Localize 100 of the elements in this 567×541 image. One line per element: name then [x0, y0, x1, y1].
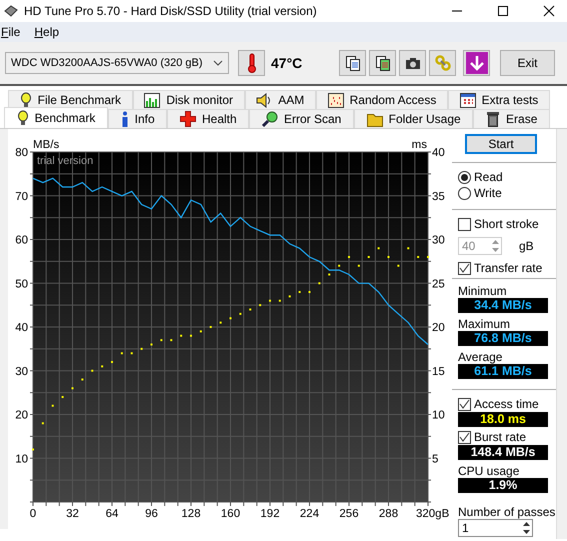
- axis-tick-label: 70: [15, 190, 28, 203]
- axis-tick-label: 35: [432, 190, 445, 203]
- stat-readout: 34.4 MB/s: [458, 298, 548, 313]
- window-title: HD Tune Pro 5.70 - Hard Disk/SSD Utility (trial version): [24, 4, 317, 18]
- access-time-point: [220, 322, 222, 324]
- radio-button[interactable]: [458, 170, 471, 184]
- tab[interactable]: Benchmark: [4, 107, 108, 128]
- tab[interactable]: AAM: [244, 90, 316, 109]
- axis-tick-label: 5: [432, 453, 438, 466]
- axis-tick-label: 192: [260, 508, 280, 520]
- access-time-point: [91, 370, 94, 372]
- axis-tick-label: 20: [432, 322, 445, 334]
- access-time-point: [170, 339, 172, 342]
- access-time-point: [358, 264, 360, 267]
- axis-tick-label: 160: [220, 508, 240, 520]
- tab[interactable]: File Benchmark: [8, 90, 133, 109]
- axis-tick-label: 96: [145, 508, 158, 520]
- stat-readout: 1.9%: [458, 478, 548, 493]
- speaker-icon: [256, 92, 272, 108]
- tab[interactable]: Random Access: [316, 90, 448, 109]
- tab[interactable]: Extra tests: [448, 90, 550, 109]
- access-time-point: [397, 264, 400, 267]
- copy-button[interactable]: [339, 50, 366, 76]
- axis-tick-label: 256: [339, 508, 359, 520]
- access-time-point: [42, 422, 44, 424]
- axis-tick-label: 20: [15, 410, 28, 422]
- checkbox[interactable]: [458, 398, 471, 410]
- copy-icon: [374, 55, 390, 71]
- stat-label: Minimum: [458, 284, 508, 298]
- temperature-reading: 47°C: [271, 55, 302, 71]
- tab[interactable]: Disk monitor: [132, 90, 245, 109]
- access-time-point: [180, 334, 182, 337]
- tab[interactable]: Erase: [473, 109, 550, 128]
- exit-button[interactable]: Exit: [500, 50, 555, 76]
- access-time-point: [101, 365, 104, 368]
- start-button[interactable]: Start: [465, 134, 537, 154]
- tab[interactable]: Folder Usage: [354, 109, 474, 128]
- caret-icon: [213, 60, 223, 66]
- stat-label: CPU usage: [458, 464, 520, 478]
- axis-title: MB/s: [33, 139, 60, 151]
- thermometer-button[interactable]: [238, 50, 265, 76]
- radio-button[interactable]: [458, 186, 471, 200]
- stat-readout: 18.0 ms: [458, 412, 548, 427]
- axis-tick-label: 80: [15, 147, 28, 159]
- maximize-icon[interactable]: [497, 5, 509, 17]
- axis-tick-label: 40: [432, 147, 445, 159]
- passes-spin-field[interactable]: 1: [458, 519, 533, 537]
- axis-tick-label: 25: [432, 278, 445, 290]
- access-time-point: [278, 300, 281, 302]
- menu-item[interactable]: Help: [34, 25, 60, 39]
- magnifier-icon: [262, 111, 278, 127]
- axis-tick-label: 320gB: [416, 508, 450, 520]
- access-time-point: [407, 247, 410, 250]
- axis-tick-label: 15: [432, 366, 445, 378]
- menu-item[interactable]: File: [1, 25, 20, 39]
- copy-button[interactable]: [369, 50, 396, 76]
- axis-tick-label: 64: [106, 508, 118, 520]
- access-time-point: [318, 282, 320, 284]
- axis-tick-label: 60: [15, 234, 28, 246]
- tab[interactable]: Info: [108, 109, 168, 128]
- info-icon: [120, 111, 129, 127]
- checkbox[interactable]: [458, 430, 471, 444]
- lightbulb-icon: [20, 92, 32, 108]
- cross-icon: [180, 111, 196, 127]
- chain-icon: [434, 55, 450, 71]
- axis-tick-label: 128: [181, 508, 201, 520]
- axis-title: ms: [412, 139, 427, 151]
- axis-tick-label: 32: [66, 508, 79, 520]
- tab[interactable]: Health: [167, 109, 250, 128]
- checkbox-label: Burst rate: [474, 430, 526, 444]
- bar-chart-icon: [144, 92, 160, 108]
- axis-tick-label: 40: [15, 322, 28, 334]
- access-time-point: [259, 304, 262, 306]
- close-icon[interactable]: [543, 5, 555, 17]
- stat-readout: 61.1 MB/s: [458, 364, 548, 379]
- access-time-point: [288, 295, 291, 298]
- radio-label: Read: [474, 170, 503, 184]
- download-button[interactable]: [463, 50, 490, 76]
- axis-tick-label: 30: [15, 366, 28, 378]
- stat-label: Maximum: [458, 317, 512, 331]
- drive-dropdown[interactable]: WDC WD3200AAJS-65VWA0 (320 gB): [5, 52, 229, 74]
- trial-version-label: trial version: [37, 155, 94, 167]
- copy-icon: [344, 55, 360, 71]
- camera-icon: [404, 56, 420, 70]
- camera-button[interactable]: [399, 50, 426, 76]
- radio-label: Write: [474, 186, 502, 200]
- trash-bin-icon: [486, 111, 500, 127]
- access-time-point: [378, 247, 380, 250]
- scatter-icon: [328, 92, 344, 108]
- stat-readout: 76.8 MB/s: [458, 331, 548, 346]
- axis-tick-label: 50: [15, 278, 28, 290]
- access-time-point: [200, 330, 202, 332]
- axis-tick-label: 30: [432, 234, 445, 246]
- tab[interactable]: Error Scan: [249, 109, 354, 128]
- checkbox-label: Short stroke: [474, 217, 539, 231]
- checkbox[interactable]: [458, 262, 471, 274]
- access-time-point: [338, 264, 340, 267]
- axis-tick-label: 0: [30, 508, 36, 520]
- calculator-icon: [460, 92, 476, 108]
- unit-label: gB: [519, 239, 534, 253]
